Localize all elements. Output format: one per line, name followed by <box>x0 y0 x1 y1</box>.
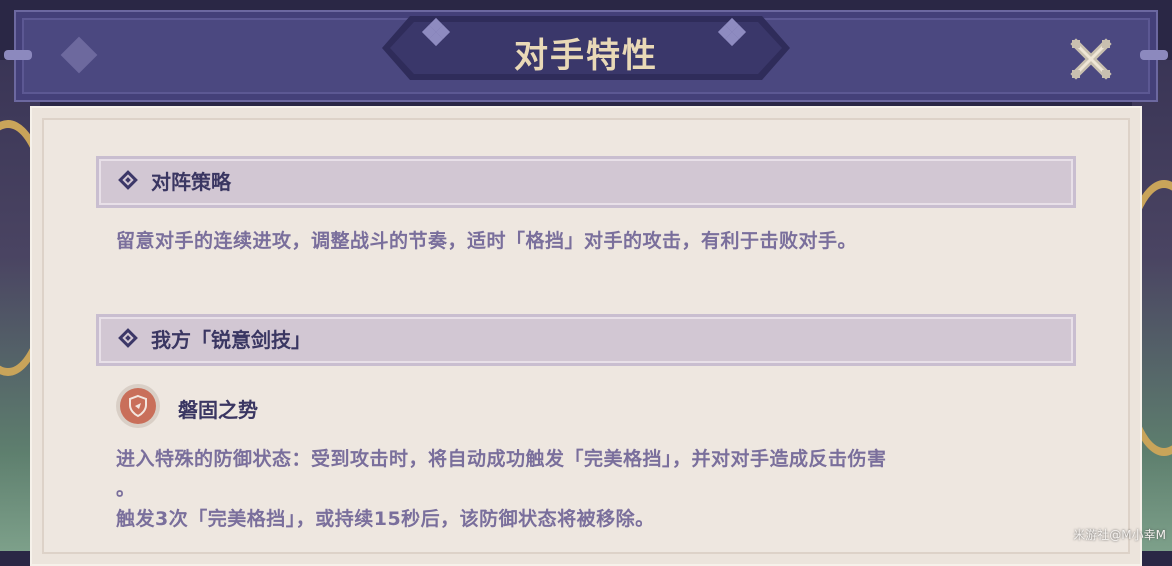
shield-counter-icon <box>116 384 160 428</box>
watermark: 米游社@M小幸M <box>1073 528 1166 542</box>
section-heading-label: 对阵策略 <box>151 170 231 194</box>
skill-desc-line: 。 <box>116 478 136 500</box>
section-heading-skill: 我方「锐意剑技」 <box>96 314 1076 366</box>
section-heading-label: 我方「锐意剑技」 <box>151 328 311 352</box>
skill-desc-line: 触发3次「完美格挡」，或持续15秒后，该防御状态将被移除。 <box>116 508 655 530</box>
skill-name: 磐固之势 <box>178 398 258 422</box>
content-panel: 对阵策略 留意对手的连续进攻，调整战斗的节奏，适时「格挡」对手的攻击，有利于击败… <box>30 106 1142 566</box>
section-heading-strategy: 对阵策略 <box>96 156 1076 208</box>
close-button[interactable] <box>1068 36 1114 82</box>
diamond-bullet-icon <box>118 170 138 190</box>
dialog-title: 对手特性 <box>514 36 658 76</box>
skill-desc-line: 进入特殊的防御状态：受到攻击时，将自动成功触发「完美格挡」，并对对手造成反击伤害 <box>116 448 887 470</box>
skill-description: 进入特殊的防御状态：受到攻击时，将自动成功触发「完美格挡」，并对对手造成反击伤害… <box>116 444 1086 534</box>
strategy-description: 留意对手的连续进攻，调整战斗的节奏，适时「格挡」对手的攻击，有利于击败对手。 <box>116 230 858 252</box>
close-x-icon <box>1070 38 1112 80</box>
diamond-bullet-icon <box>118 328 138 348</box>
